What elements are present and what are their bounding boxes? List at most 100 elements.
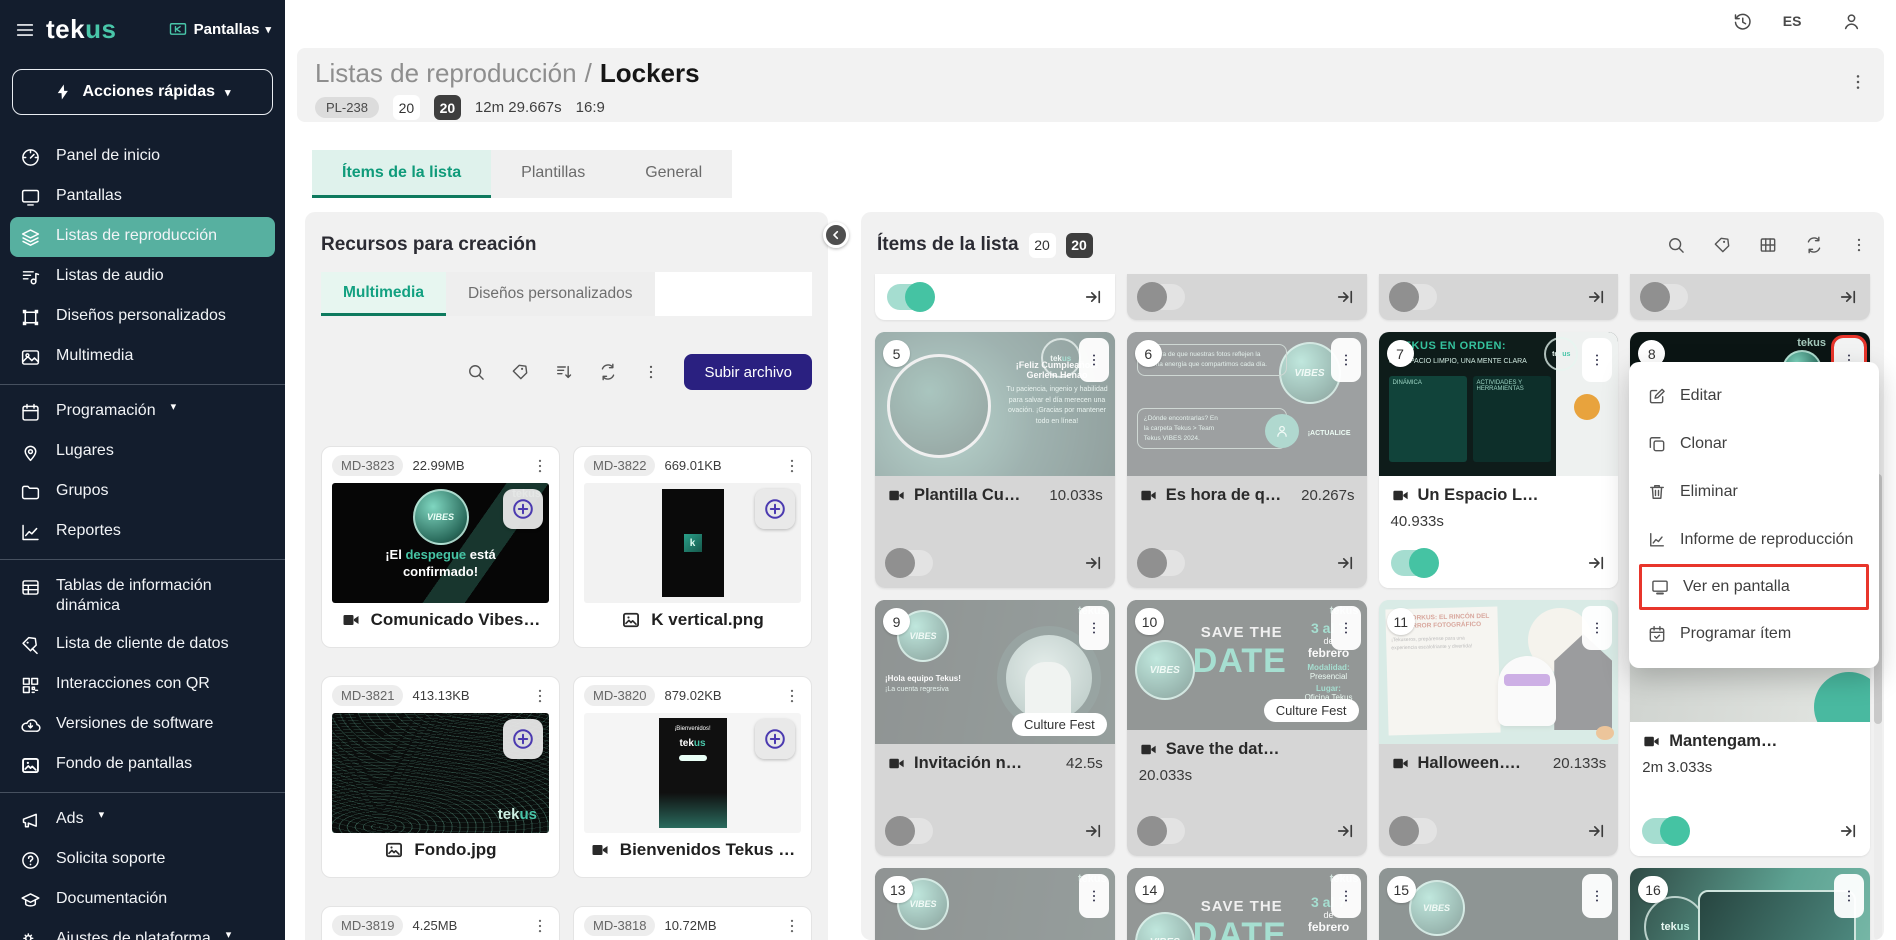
media-card[interactable]: MD-382322.99MB tekus VIBES ¡El despegue …: [321, 446, 560, 648]
sidebar-item-lugares[interactable]: Lugares: [10, 432, 275, 472]
item-enabled-toggle[interactable]: [1391, 818, 1437, 844]
kebab-icon[interactable]: [783, 687, 801, 705]
item-kebab-button[interactable]: [1331, 874, 1361, 918]
kebab-icon[interactable]: [531, 457, 549, 475]
item-enabled-toggle[interactable]: [1391, 550, 1437, 576]
skip-to-item-icon[interactable]: [1335, 553, 1355, 573]
table-view-icon[interactable]: [1758, 235, 1778, 255]
header-kebab-icon[interactable]: [1848, 72, 1868, 92]
upload-file-button[interactable]: Subir archivo: [684, 354, 812, 390]
add-to-list-button[interactable]: [503, 719, 543, 759]
item-enabled-toggle[interactable]: [887, 818, 933, 844]
sidebar-item-listas-de-audio[interactable]: Listas de audio: [10, 257, 275, 297]
item-kebab-button[interactable]: [1331, 606, 1361, 650]
hamburger-menu-icon[interactable]: [14, 19, 36, 41]
sort-icon[interactable]: [554, 362, 574, 382]
skip-to-item-icon[interactable]: [1838, 287, 1858, 307]
menu-item-ver-en-pantalla[interactable]: Ver en pantalla: [1639, 564, 1869, 610]
user-icon[interactable]: [1841, 11, 1862, 32]
media-card[interactable]: MD-3821413.13KB tekus Fondo.jpg: [321, 676, 560, 878]
screens-selector[interactable]: Pantallas ▾: [168, 20, 271, 40]
add-to-list-button[interactable]: [755, 489, 795, 529]
history-icon[interactable]: [1732, 11, 1753, 32]
sidebar-item-versiones-software[interactable]: Versiones de software: [10, 705, 275, 745]
list-item-partial[interactable]: [1379, 274, 1619, 320]
tab-general[interactable]: General: [615, 150, 732, 198]
item-enabled-toggle[interactable]: [1139, 550, 1185, 576]
item-enabled-toggle[interactable]: [1642, 818, 1688, 844]
menu-item-editar[interactable]: Editar: [1629, 372, 1879, 420]
breadcrumb-parent[interactable]: Listas de reproducción: [315, 58, 577, 88]
skip-to-item-icon[interactable]: [1083, 287, 1103, 307]
menu-item-informe-de-reproduccion[interactable]: Informe de reproducción: [1629, 516, 1879, 564]
list-item-10[interactable]: 10 tekus VIBES SAVE THE DATE 3 al 7defeb…: [1127, 600, 1367, 856]
sidebar-item-ads[interactable]: Ads▾: [10, 800, 275, 840]
item-enabled-toggle[interactable]: [1139, 818, 1185, 844]
skip-to-item-icon[interactable]: [1083, 821, 1103, 841]
tab-items-de-la-lista[interactable]: Ítems de la lista: [312, 150, 491, 198]
sidebar-item-documentacion[interactable]: Documentación: [10, 880, 275, 920]
kebab-icon[interactable]: [531, 917, 549, 935]
list-item-14[interactable]: 14 tekus VIBES SAVE THE DATE 3 al 7defeb…: [1127, 868, 1367, 940]
item-enabled-toggle[interactable]: [1391, 284, 1437, 310]
menu-item-programar-item[interactable]: Programar ítem: [1629, 610, 1879, 658]
tab-disenos-personalizados[interactable]: Diseños personalizados: [446, 272, 655, 316]
item-enabled-toggle[interactable]: [1139, 284, 1185, 310]
tab-plantillas[interactable]: Plantillas: [491, 150, 615, 198]
add-to-list-button[interactable]: [755, 719, 795, 759]
sidebar-item-programacion[interactable]: Programación▾: [10, 392, 275, 432]
skip-to-item-icon[interactable]: [1335, 287, 1355, 307]
skip-to-item-icon[interactable]: [1335, 821, 1355, 841]
item-kebab-button[interactable]: [1079, 606, 1109, 650]
list-item-partial[interactable]: [1630, 274, 1870, 320]
sidebar-item-ajustes-plataforma[interactable]: Ajustes de plataforma▾: [10, 920, 275, 940]
item-kebab-button[interactable]: [1079, 338, 1109, 382]
kebab-icon[interactable]: [783, 457, 801, 475]
list-item-9[interactable]: 9 tekus VIBES ¡Hola equipo Tekus!¡La cue…: [875, 600, 1115, 856]
item-kebab-button[interactable]: [1079, 874, 1109, 918]
sidebar-item-panel-de-inicio[interactable]: Panel de inicio: [10, 137, 275, 177]
sidebar-item-tablas-informacion-dinamica[interactable]: Tablas de información dinámica: [10, 567, 275, 625]
refresh-icon[interactable]: [598, 362, 618, 382]
media-card[interactable]: MD-381810.72MB: [573, 906, 812, 940]
kebab-icon[interactable]: [531, 687, 549, 705]
media-card[interactable]: MD-38194.25MB: [321, 906, 560, 940]
list-item-partial[interactable]: [875, 274, 1115, 320]
item-kebab-button[interactable]: [1582, 874, 1612, 918]
refresh-icon[interactable]: [1804, 235, 1824, 255]
list-item-5[interactable]: 5 tekus ¡Feliz Cumpleaños!Gerlein Henao …: [875, 332, 1115, 588]
sidebar-item-pantallas[interactable]: Pantallas: [10, 177, 275, 217]
sidebar-item-interacciones-qr[interactable]: Interacciones con QR: [10, 665, 275, 705]
list-item-13[interactable]: 13 tekus VIBES: [875, 868, 1115, 940]
item-enabled-toggle[interactable]: [887, 550, 933, 576]
sidebar-item-multimedia[interactable]: Multimedia: [10, 337, 275, 377]
sidebar-item-grupos[interactable]: Grupos: [10, 472, 275, 512]
sidebar-item-listas-de-reproduccion[interactable]: Listas de reproducción: [10, 217, 275, 257]
list-item-11[interactable]: 11 TERRORKUS: EL RINCÓN DELHORROR FOTOGR…: [1379, 600, 1619, 856]
kebab-icon[interactable]: [642, 363, 660, 381]
quick-actions-button[interactable]: Acciones rápidas ▾: [12, 69, 273, 115]
kebab-icon[interactable]: [783, 917, 801, 935]
list-item-6[interactable]: 6 VIBES Es hora de que nuestras fotos re…: [1127, 332, 1367, 588]
list-item-7[interactable]: 7 TEKUS EN ORDEN: UN ESPACIO LIMPIO, UNA…: [1379, 332, 1619, 588]
item-kebab-button[interactable]: [1582, 338, 1612, 382]
language-selector[interactable]: ES▾: [1783, 13, 1811, 29]
item-enabled-toggle[interactable]: [1642, 284, 1688, 310]
sidebar-item-fondo-pantallas[interactable]: Fondo de pantallas: [10, 745, 275, 785]
skip-to-item-icon[interactable]: [1586, 821, 1606, 841]
menu-item-clonar[interactable]: Clonar: [1629, 420, 1879, 468]
item-kebab-button[interactable]: [1834, 874, 1864, 918]
menu-item-eliminar[interactable]: Eliminar: [1629, 468, 1879, 516]
kebab-icon[interactable]: [1850, 236, 1868, 254]
add-to-list-button[interactable]: [503, 489, 543, 529]
media-card[interactable]: MD-3820879.02KB ¡Bienvenidos! tekus Bien…: [573, 676, 812, 878]
item-kebab-button[interactable]: [1582, 606, 1612, 650]
skip-to-item-icon[interactable]: [1586, 553, 1606, 573]
sidebar-item-lista-cliente-datos[interactable]: Lista de cliente de datos: [10, 625, 275, 665]
item-kebab-button[interactable]: [1331, 338, 1361, 382]
skip-to-item-icon[interactable]: [1586, 287, 1606, 307]
search-icon[interactable]: [466, 362, 486, 382]
skip-to-item-icon[interactable]: [1838, 821, 1858, 841]
list-item-partial[interactable]: [1127, 274, 1367, 320]
sidebar-item-disenos-personalizados[interactable]: Diseños personalizados: [10, 297, 275, 337]
